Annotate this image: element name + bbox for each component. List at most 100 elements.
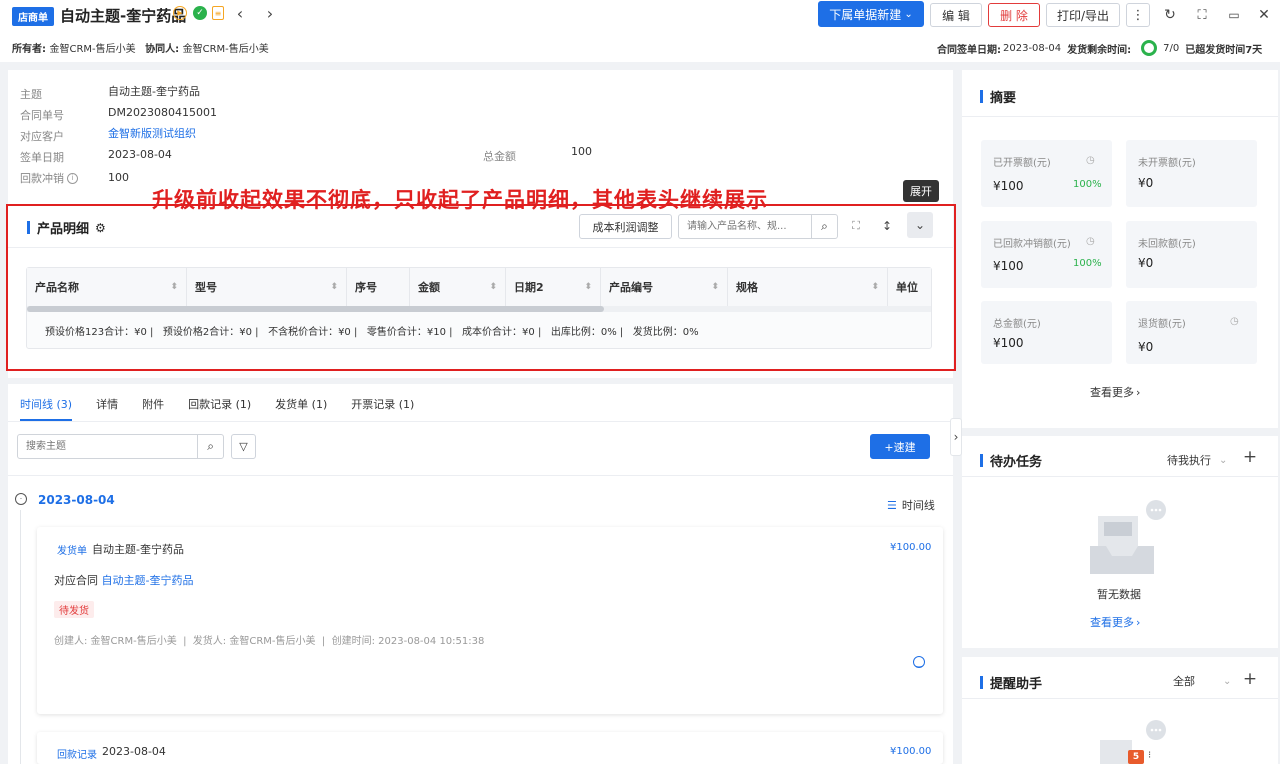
info-values: 自动主题-奎宁药品 DM2023080415001 金智新版测试组织 2023-… bbox=[108, 81, 217, 188]
summary-card-invoiced bbox=[981, 140, 1112, 207]
summary-total-label: 总金额(元) bbox=[993, 319, 1041, 330]
product-section-title: 产品明细 ⚙ bbox=[27, 218, 106, 238]
chevron-down-icon: ⌄ bbox=[1219, 454, 1228, 466]
col-product-name[interactable]: 产品名称 ⬍ bbox=[27, 268, 187, 306]
check-circle-icon[interactable]: ✓ bbox=[193, 6, 207, 20]
owner-label: 所有者: bbox=[12, 44, 46, 55]
tab-details[interactable]: 详情 bbox=[96, 396, 118, 412]
print-export-button[interactable]: 打印/导出 bbox=[1046, 3, 1120, 27]
col-seq: 序号 bbox=[347, 268, 410, 306]
timeline-item-payment[interactable] bbox=[37, 732, 943, 764]
reminder-filter-value: 全部 bbox=[1173, 675, 1195, 688]
info-circle-icon[interactable]: i bbox=[67, 173, 78, 184]
summary-card-unreceived bbox=[1126, 221, 1257, 288]
doc-type-badge: 店商单 bbox=[12, 7, 54, 26]
sort-icon: ⬍ bbox=[584, 282, 592, 292]
tab-attachments[interactable]: 附件 bbox=[142, 396, 164, 412]
timeline-item2-amount: ¥100.00 bbox=[890, 746, 932, 757]
delete-button[interactable]: 删 除 bbox=[988, 3, 1040, 27]
timeline-item-amount: ¥100.00 bbox=[890, 542, 932, 553]
sort-icon: ⬍ bbox=[711, 282, 719, 292]
col-amount[interactable]: 金额 ⬍ bbox=[410, 268, 506, 306]
divider bbox=[8, 247, 953, 248]
todo-more-label: 查看更多 bbox=[1090, 616, 1134, 629]
horizontal-scrollbar-thumb[interactable] bbox=[27, 306, 604, 312]
summary-returned-value: ¥0 bbox=[1138, 340, 1154, 354]
col-seq-label: 序号 bbox=[355, 281, 377, 294]
html5-badge-icon[interactable]: 5 bbox=[1128, 750, 1144, 764]
settings-gear-icon[interactable]: ⚙ bbox=[95, 221, 106, 235]
contract-status-row: 合同签单日期: 2023-08-04 发货剩余时间: 7/0 已超发货时间7天 bbox=[937, 40, 1262, 56]
todo-more-link[interactable]: 查看更多 › bbox=[1090, 614, 1140, 630]
info-label-writeoff: 回款冲销 bbox=[20, 172, 64, 185]
chevron-down-icon: ⌄ bbox=[904, 8, 913, 20]
info-value-total: 100 bbox=[571, 145, 592, 158]
chevron-right-icon[interactable]: › bbox=[262, 3, 278, 23]
clock-icon: ◷ bbox=[1086, 236, 1095, 247]
timeline-line bbox=[20, 510, 21, 764]
sidebar-collapse-chevron-icon[interactable]: › bbox=[950, 418, 962, 456]
refresh-icon[interactable]: ↻ bbox=[1160, 5, 1180, 25]
cost-profit-adjust-button[interactable]: 成本利润调整 bbox=[579, 214, 672, 239]
window-icon[interactable]: ▭ bbox=[1224, 5, 1244, 25]
product-title-text: 产品明细 bbox=[37, 222, 90, 237]
timeline-view-toggle[interactable]: ☰ 时间线 bbox=[887, 497, 935, 513]
contract-link[interactable]: 自动主题-奎宁药品 bbox=[102, 574, 194, 587]
tab-invoices[interactable]: 开票记录 (1) bbox=[351, 396, 414, 412]
col-product-code[interactable]: 产品编号 ⬍ bbox=[601, 268, 728, 306]
document-icon[interactable]: ≡ bbox=[212, 6, 224, 20]
timeline-search-input[interactable] bbox=[18, 435, 198, 458]
divider bbox=[962, 476, 1278, 477]
expand-table-icon[interactable]: ⛶ bbox=[848, 218, 864, 234]
tab-payments[interactable]: 回款记录 (1) bbox=[188, 396, 251, 412]
chevron-down-expand-icon[interactable]: ⌄ bbox=[907, 212, 933, 238]
smile-icon[interactable]: ‿ bbox=[913, 656, 925, 668]
sort-height-icon[interactable]: ↕ bbox=[879, 218, 895, 234]
divider bbox=[8, 421, 953, 422]
add-todo-icon[interactable]: + bbox=[1242, 447, 1258, 467]
add-reminder-icon[interactable]: + bbox=[1242, 669, 1258, 689]
edit-button[interactable]: 编 辑 bbox=[930, 3, 982, 27]
col-unit: 单位 bbox=[888, 268, 931, 306]
summary-received-pct: 100% bbox=[1073, 258, 1102, 269]
col-amount-label: 金额 bbox=[418, 281, 440, 294]
progress-ring-icon bbox=[1141, 40, 1158, 56]
reminder-filter-select[interactable]: 全部 ⌄ bbox=[1173, 673, 1231, 689]
col-spec[interactable]: 规格 ⬍ bbox=[728, 268, 888, 306]
fullscreen-icon[interactable]: ⛶ bbox=[1192, 5, 1212, 25]
product-search-input[interactable] bbox=[679, 215, 811, 238]
sort-icon: ⬍ bbox=[489, 282, 497, 292]
tab-timeline[interactable]: 时间线 (3) bbox=[20, 396, 72, 412]
search-icon[interactable]: ⌕ bbox=[197, 435, 223, 458]
timeline-item-title: 自动主题-奎宁药品 bbox=[92, 543, 184, 556]
summary-received-value: ¥100 bbox=[993, 259, 1024, 273]
info-label-sign-date: 签单日期 bbox=[20, 151, 64, 164]
play-icon[interactable]: ▶ bbox=[173, 6, 187, 20]
info-label-customer: 对应客户 bbox=[20, 130, 64, 143]
info-value-customer-link[interactable]: 金智新版测试组织 bbox=[108, 123, 217, 144]
sort-dots-icon[interactable]: ⁝ bbox=[1148, 750, 1151, 761]
chevron-left-icon[interactable]: ‹ bbox=[232, 3, 248, 23]
sign-date-value: 2023-08-04 bbox=[1003, 42, 1062, 54]
search-icon[interactable]: ⌕ bbox=[811, 215, 837, 238]
empty-inbox-illustration bbox=[1086, 498, 1166, 578]
more-icon[interactable]: ⋮ bbox=[1126, 3, 1150, 27]
status-badge: 待发货 bbox=[54, 601, 94, 618]
col-model[interactable]: 型号 ⬍ bbox=[187, 268, 347, 306]
col-product-code-label: 产品编号 bbox=[609, 281, 653, 294]
close-icon[interactable]: ✕ bbox=[1254, 5, 1274, 25]
tab-shipments[interactable]: 发货单 (1) bbox=[275, 396, 327, 412]
col-model-label: 型号 bbox=[195, 281, 217, 294]
col-date2[interactable]: 日期2 ⬍ bbox=[506, 268, 601, 306]
col-unit-label: 单位 bbox=[896, 281, 918, 294]
summary-card-received bbox=[981, 221, 1112, 288]
todo-filter-select[interactable]: 待我执行 ⌄ bbox=[1167, 452, 1227, 468]
summary-returned-label: 退货额(元) bbox=[1138, 319, 1186, 330]
timeline-date: 2023-08-04 bbox=[38, 493, 115, 507]
timeline-item-meta: 创建人: 金智CRM-售后小美 | 发货人: 金智CRM-售后小美 | 创建时间… bbox=[54, 636, 485, 647]
quick-create-button[interactable]: +速建 bbox=[870, 434, 930, 459]
timeline-view-label: 时间线 bbox=[901, 499, 935, 512]
new-subordinate-button[interactable]: 下属单据新建 ⌄ bbox=[818, 1, 924, 27]
filter-icon[interactable]: ▽ bbox=[231, 434, 256, 459]
summary-more-link[interactable]: 查看更多 › bbox=[1090, 384, 1140, 400]
